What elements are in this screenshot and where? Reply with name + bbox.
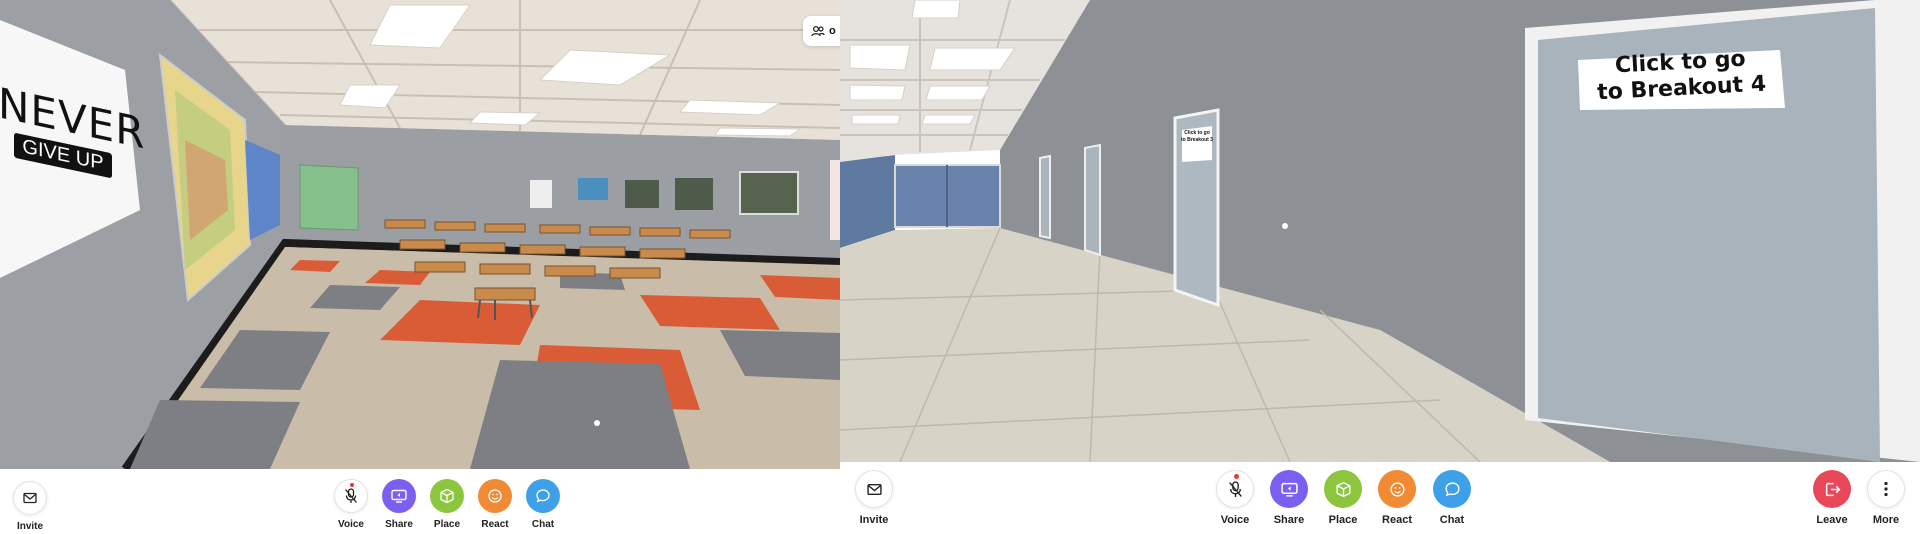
invite-button[interactable]: Invite [844,470,904,526]
left-toolbar: Invite Voice Share Place React Chat [0,469,840,534]
hallway-3d-scene[interactable]: Click to go to Breakout 3 Click to go to… [840,0,1920,462]
more-label: More [1872,514,1900,526]
door-sign-breakout-4[interactable]: Click to go to Breakout 4 [1579,45,1783,108]
screen-share-icon [391,489,407,503]
chat-button[interactable]: Chat [1422,470,1482,526]
right-hallway-view: Click to go to Breakout 3 Click to go to… [840,0,1920,534]
participants-chip[interactable]: o [803,16,840,46]
chat-bubble-icon [536,489,550,503]
place-button[interactable]: Place [1313,470,1373,526]
mail-icon [23,492,37,504]
voice-button[interactable]: Voice [1205,470,1265,526]
place-label: Place [1328,514,1358,526]
leave-label: Leave [1816,514,1848,526]
react-label: React [481,519,509,530]
share-label: Share [385,519,413,530]
place-label: Place [433,519,461,530]
classroom-3d-scene[interactable]: NEVER GIVE UP [0,0,840,469]
door-sign-small-line-2: to Breakout 3 [1181,137,1213,143]
voice-label: Voice [1220,514,1250,526]
more-button[interactable]: More [1856,470,1916,526]
chat-label: Chat [1439,514,1465,526]
voice-label: Voice [338,519,364,530]
invite-label: Invite [16,521,44,532]
voice-status-dot [1234,474,1239,479]
more-vertical-icon [1884,481,1888,497]
mic-off-icon [345,488,357,503]
cube-icon [440,488,454,504]
chat-bubble-icon [1444,481,1460,496]
mic-off-icon [1228,480,1242,497]
chat-label: Chat [531,519,555,530]
mail-icon [866,483,882,495]
share-button[interactable]: Share [1259,470,1319,526]
door-sign-small-line-1: Click to go [1184,130,1210,136]
leave-button[interactable]: Leave [1802,470,1862,526]
cube-icon [1335,481,1351,497]
chat-button[interactable]: Chat [513,479,573,530]
react-label: React [1382,514,1412,526]
voice-status-dot [350,483,354,487]
smile-icon [1389,481,1405,497]
people-icon [811,25,825,37]
leave-icon [1825,482,1840,496]
smile-icon [488,489,502,503]
door-sign-small: Click to go to Breakout 3 [1181,130,1213,144]
react-button[interactable]: React [1367,470,1427,526]
right-toolbar: Invite Voice Share Place React Chat Leav… [840,462,1920,534]
left-classroom-view: NEVER GIVE UP o Invite Voice Share Place… [0,0,840,534]
screen-share-icon [1280,482,1298,497]
invite-label: Invite [859,514,889,526]
participants-chip-text: o [829,25,836,37]
invite-button[interactable]: Invite [0,481,60,532]
share-label: Share [1273,514,1305,526]
